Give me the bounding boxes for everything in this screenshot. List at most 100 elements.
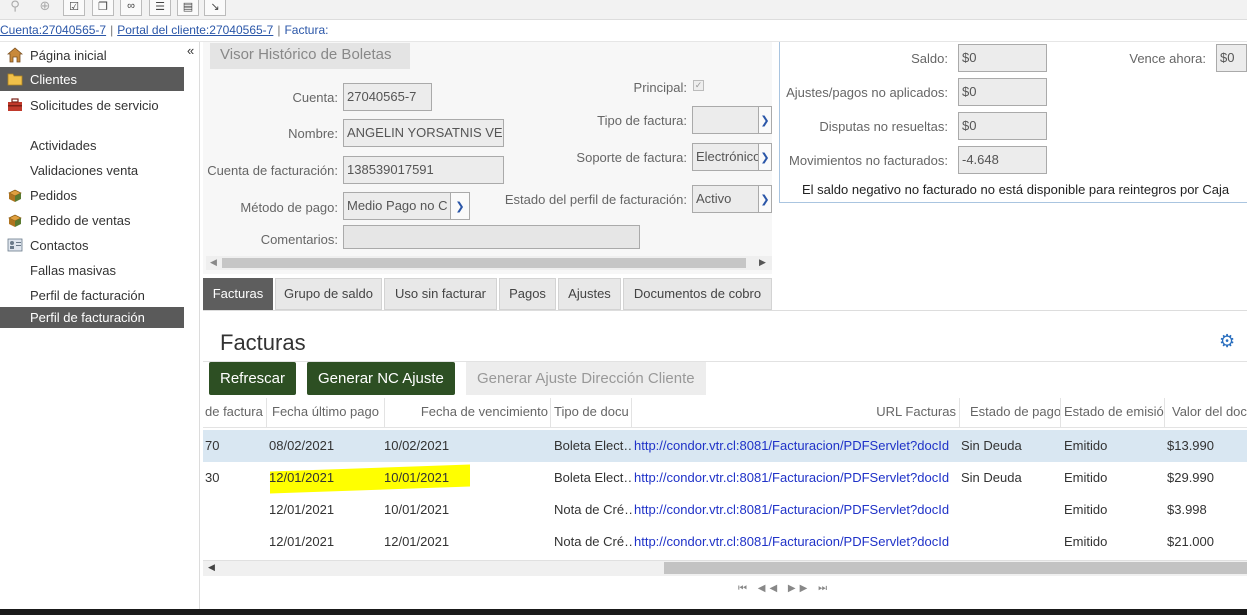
form-scrollbar-thumb[interactable] [222, 258, 746, 268]
table-row[interactable]: 30 12/01/2021 10/01/2021 Boleta Elect… h… [203, 462, 1247, 494]
comentarios-label: Comentarios: [260, 232, 338, 247]
tab-facturas[interactable]: Facturas [203, 278, 273, 310]
tipo-factura-select[interactable] [692, 106, 759, 134]
breadcrumb-cuenta-link[interactable]: Cuenta:27040565-7 [0, 23, 106, 37]
cuenta-field[interactable]: 27040565-7 [343, 83, 432, 111]
column-header[interactable]: Valor del doc [1165, 398, 1247, 428]
chevron-down-icon[interactable]: ❯ [758, 185, 772, 213]
nombre-label: Nombre: [288, 126, 338, 141]
tab-ajustes[interactable]: Ajustes [558, 278, 621, 310]
column-header[interactable]: de factura [205, 398, 267, 428]
contacts-icon [7, 238, 23, 252]
table-row[interactable]: 12/01/2021 12/01/2021 Nota de Cré… http:… [203, 526, 1247, 558]
column-header[interactable]: URL Facturas [632, 398, 960, 428]
tab-pagos[interactable]: Pagos [499, 278, 556, 310]
pager-controls[interactable]: ⏮ ◀◀ ▶▶ ⏭ [738, 583, 831, 594]
copy-icon[interactable]: ❐ [92, 0, 114, 16]
grid-scrollbar-thumb[interactable] [664, 562, 1247, 574]
column-header[interactable]: Estado de emisió [1061, 398, 1165, 428]
metodo-pago-select[interactable]: Medio Pago no C [343, 192, 451, 220]
movimientos-field: -4.648 [958, 146, 1047, 174]
movimientos-label: Movimientos no facturados: [789, 153, 948, 168]
principal-label: Principal: [633, 80, 687, 95]
disputas-label: Disputas no resueltas: [819, 119, 948, 134]
breadcrumb-portal-link[interactable]: Portal del cliente:27040565-7 [117, 23, 273, 37]
sidebar-item-pagina-inicial[interactable]: Página inicial [0, 47, 184, 65]
sidebar-item-pedido-ventas[interactable]: Pedido de ventas [0, 212, 184, 230]
soporte-factura-select[interactable]: Electrónico [692, 143, 759, 171]
collapse-sidebar-button[interactable]: « [187, 43, 194, 58]
sidebar-item-pedidos[interactable]: Pedidos [0, 187, 184, 205]
tipo-factura-label: Tipo de factura: [597, 113, 687, 128]
sidebar-item-clientes[interactable]: Clientes [0, 67, 184, 91]
tab-documentos-cobro[interactable]: Documentos de cobro [623, 278, 772, 310]
document-icon[interactable]: ▤ [177, 0, 199, 16]
invoice-url-link[interactable]: http://condor.vtr.cl:8081/Facturacion/PD… [634, 462, 960, 494]
home-icon [7, 47, 23, 63]
column-header[interactable]: Tipo de docu [551, 398, 632, 428]
disputas-field: $0 [958, 112, 1047, 140]
refrescar-button[interactable]: Refrescar [209, 362, 297, 395]
invoice-url-link[interactable]: http://condor.vtr.cl:8081/Facturacion/PD… [634, 494, 960, 526]
vence-ahora-field: $0 [1216, 44, 1247, 72]
toolbar: ⚲ ⊕ ☑ ❐ ∞ ☰ ▤ ↘ [0, 0, 1247, 20]
list-icon[interactable]: ☰ [149, 0, 171, 16]
column-header[interactable]: Fecha de vencimiento [385, 398, 551, 428]
vence-ahora-label: Vence ahora: [1129, 51, 1206, 66]
sidebar-item-perfil-facturacion-active[interactable]: Perfil de facturación [0, 307, 184, 328]
saldo-note: El saldo negativo no facturado no está d… [802, 182, 1230, 197]
estado-perfil-label: Estado del perfil de facturación: [504, 192, 687, 207]
gear-icon[interactable]: ⚙ [1219, 332, 1237, 350]
saldo-field: $0 [958, 44, 1047, 72]
sidebar-item-actividades[interactable]: Actividades [0, 137, 184, 155]
toolbox-icon [8, 98, 22, 111]
sidebar-item-validaciones[interactable]: Validaciones venta [0, 162, 184, 180]
column-header[interactable]: Estado de pago [960, 398, 1061, 428]
table-row[interactable]: 12/01/2021 10/01/2021 Nota de Cré… http:… [203, 494, 1247, 526]
facturas-title: Facturas [220, 330, 306, 355]
ajustes-field: $0 [958, 78, 1047, 106]
nombre-field[interactable]: ANGELIN YORSATNIS VEL [343, 119, 504, 147]
folder-icon [7, 73, 23, 86]
cuenta-label: Cuenta: [292, 90, 338, 105]
scroll-right-icon[interactable]: ▶ [759, 257, 766, 268]
cuenta-facturacion-label: Cuenta de facturación: [207, 163, 338, 178]
link-icon[interactable]: ∞ [120, 0, 142, 16]
sidebar-item-perfil-facturacion[interactable]: Perfil de facturación [0, 287, 184, 305]
add-icon[interactable]: ⊕ [35, 0, 55, 16]
sidebar-item-fallas[interactable]: Fallas masivas [0, 262, 184, 280]
search-icon[interactable]: ⚲ [5, 0, 25, 16]
table-row[interactable]: 70 08/02/2021 10/02/2021 Boleta Elect… h… [203, 430, 1247, 462]
chevron-down-icon[interactable]: ❯ [758, 106, 772, 134]
estado-perfil-select[interactable]: Activo [692, 185, 759, 213]
scroll-left-icon[interactable]: ◀ [210, 257, 217, 268]
ajustes-label: Ajustes/pagos no aplicados: [786, 85, 948, 100]
invoice-url-link[interactable]: http://condor.vtr.cl:8081/Facturacion/PD… [634, 526, 960, 558]
pedidos-icon [8, 189, 22, 202]
sidebar-item-contactos[interactable]: Contactos [0, 237, 184, 255]
visor-historico-title: Visor Histórico de Boletas [210, 43, 410, 69]
chevron-down-icon[interactable]: ❯ [450, 192, 470, 220]
tab-uso-sin-facturar[interactable]: Uso sin facturar [384, 278, 497, 310]
invoice-url-link[interactable]: http://condor.vtr.cl:8081/Facturacion/PD… [634, 430, 960, 462]
chevron-down-icon[interactable]: ❯ [758, 143, 772, 171]
sidebar-item-solicitudes[interactable]: Solicitudes de servicio [0, 97, 184, 129]
cuenta-facturacion-field[interactable]: 138539017591 [343, 156, 504, 184]
checklist-icon[interactable]: ☑ [63, 0, 85, 16]
column-header[interactable]: Fecha último pago [267, 398, 385, 428]
breadcrumb-current: Factura: [284, 23, 329, 37]
saldo-label: Saldo: [911, 51, 948, 66]
comentarios-textarea[interactable] [343, 225, 640, 249]
pedidos-icon [8, 214, 22, 227]
invoices-grid-header: de factura Fecha último pago Fecha de ve… [203, 398, 1247, 428]
sidebar: « Página inicial Clientes Solicitudes de… [0, 42, 200, 615]
metodo-pago-label: Método de pago: [240, 200, 338, 215]
breadcrumb: Cuenta:27040565-7 | Portal del cliente:270… [0, 23, 329, 37]
chart-icon[interactable]: ↘ [204, 0, 226, 16]
tab-grupo-saldo[interactable]: Grupo de saldo [275, 278, 382, 310]
principal-checkbox[interactable]: ✓ [693, 80, 704, 91]
scroll-left-icon[interactable]: ◀ [208, 562, 215, 573]
taskbar-edge [0, 609, 1247, 615]
generar-ajuste-direccion-button[interactable]: Generar Ajuste Dirección Cliente [466, 362, 706, 395]
generar-nc-ajuste-button[interactable]: Generar NC Ajuste [307, 362, 455, 395]
